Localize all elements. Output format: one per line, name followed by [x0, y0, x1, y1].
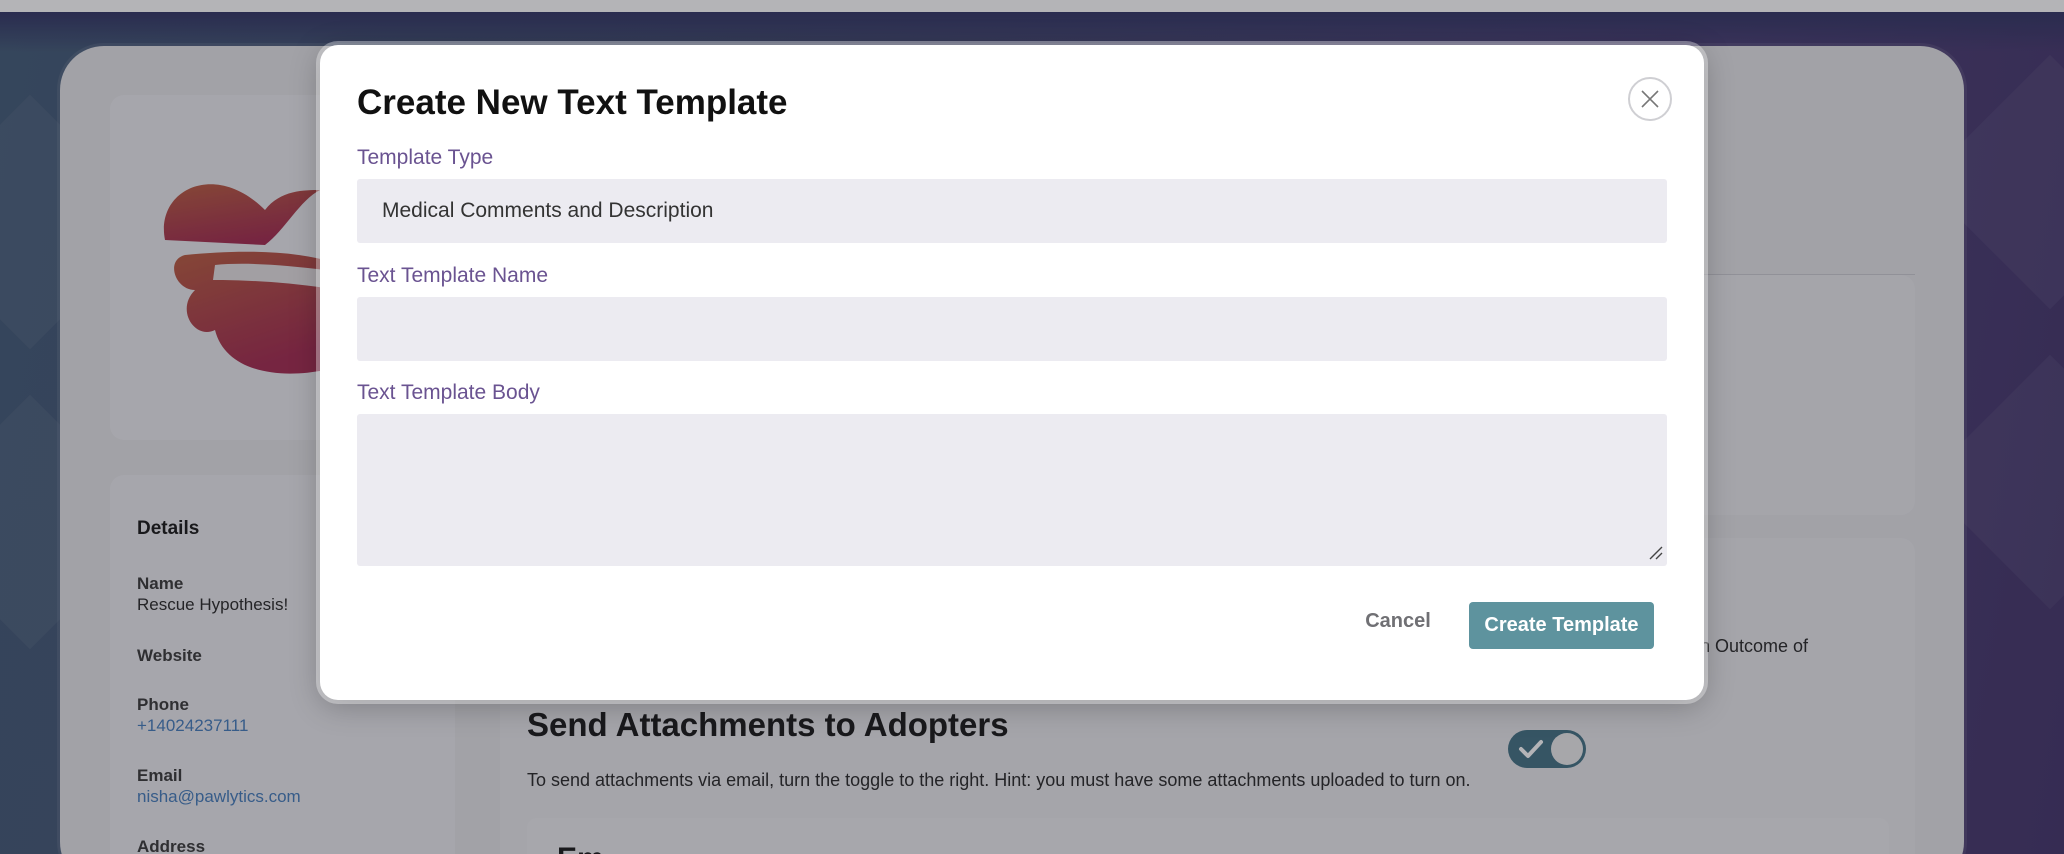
close-icon	[1641, 90, 1659, 108]
template-body-textarea[interactable]	[357, 414, 1667, 566]
template-type-field[interactable]	[357, 179, 1667, 243]
template-type-label: Template Type	[357, 146, 494, 169]
create-template-modal: Create New Text Template Template Type T…	[320, 45, 1704, 700]
template-name-label: Text Template Name	[357, 264, 549, 287]
create-template-button[interactable]: Create Template	[1469, 602, 1654, 649]
template-name-input[interactable]	[357, 297, 1667, 361]
close-button[interactable]	[1628, 77, 1672, 121]
modal-title: Create New Text Template	[357, 83, 788, 122]
cancel-button[interactable]: Cancel	[1348, 601, 1448, 641]
template-body-label: Text Template Body	[357, 381, 540, 404]
resize-grip-icon[interactable]	[1649, 546, 1663, 560]
